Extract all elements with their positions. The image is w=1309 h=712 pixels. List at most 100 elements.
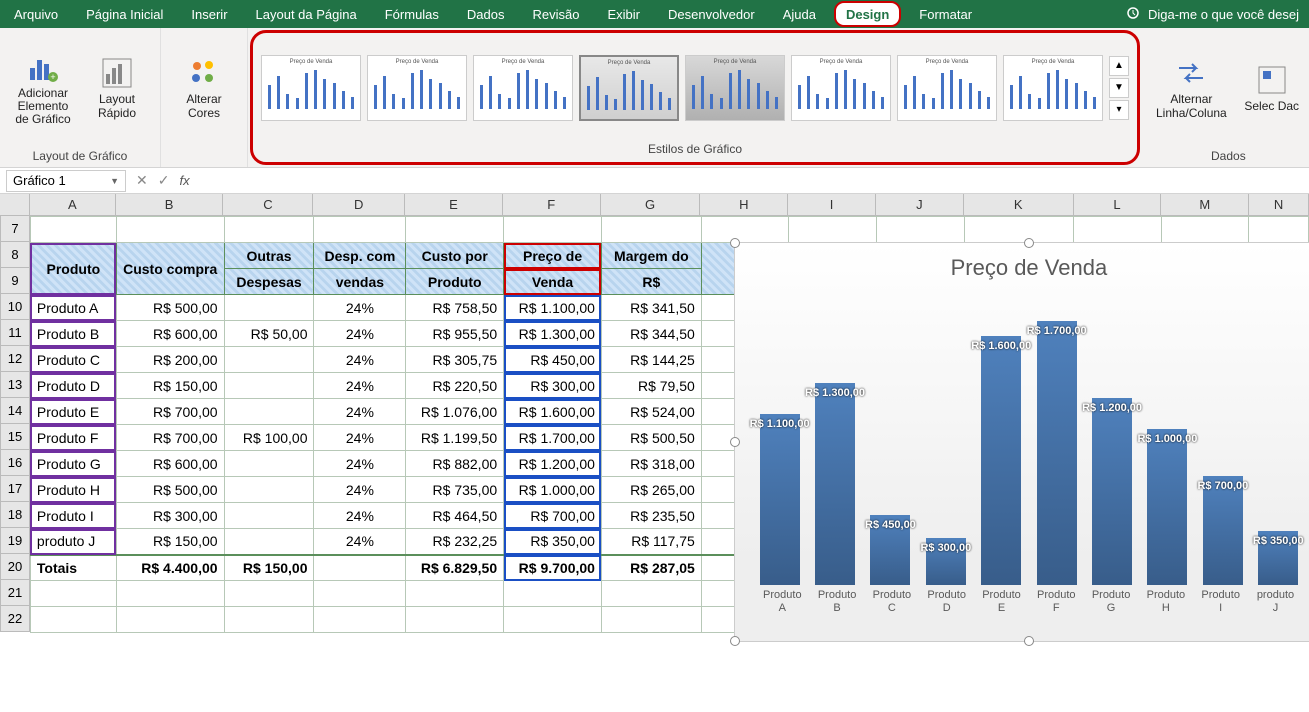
cell-preco[interactable]: R$ 700,00 <box>504 503 602 529</box>
cell-outras[interactable]: R$ 100,00 <box>224 425 314 451</box>
cell-margem[interactable]: R$ 144,25 <box>601 347 701 373</box>
cell-custo[interactable]: R$ 150,00 <box>116 529 224 555</box>
add-chart-element-button[interactable]: + Adicionar Elemento de Gráfico <box>8 45 78 131</box>
cell-custo[interactable]: R$ 700,00 <box>116 425 224 451</box>
cell[interactable] <box>314 607 406 633</box>
cell-preco[interactable]: R$ 1.100,00 <box>504 295 602 321</box>
cell[interactable] <box>116 581 224 607</box>
hdr-margem[interactable]: Margem do <box>601 243 701 269</box>
chart-title[interactable]: Preço de Venda <box>735 243 1309 285</box>
gallery-more[interactable]: ▾ <box>1109 100 1129 120</box>
cell-produto[interactable]: Produto A <box>30 295 116 321</box>
row-header-9[interactable]: 9 <box>0 268 30 294</box>
cell-pct[interactable]: 24% <box>314 399 406 425</box>
ribbon-tab-arquivo[interactable]: Arquivo <box>0 0 72 28</box>
cell-totals-label[interactable]: Totais <box>30 555 116 581</box>
cell-pct[interactable]: 24% <box>314 529 406 555</box>
cell[interactable]: R$ 6.829,50 <box>406 555 504 581</box>
ribbon-tab-dados[interactable]: Dados <box>453 0 519 28</box>
cell-custoprod[interactable]: R$ 735,00 <box>406 477 504 503</box>
cell-pct[interactable]: 24% <box>314 321 406 347</box>
cell-pct[interactable]: 24% <box>314 373 406 399</box>
row-header-7[interactable]: 7 <box>0 216 30 242</box>
cell-outras[interactable]: R$ 50,00 <box>224 321 314 347</box>
cell-produto[interactable]: Produto H <box>30 477 116 503</box>
cell[interactable] <box>1073 217 1161 243</box>
ribbon-tab-desenvolvedor[interactable]: Desenvolvedor <box>654 0 769 28</box>
row-header-14[interactable]: 14 <box>0 398 30 424</box>
chart-style-4[interactable]: Preço de Venda <box>579 55 679 121</box>
cell-custoprod[interactable]: R$ 464,50 <box>406 503 504 529</box>
cell-margem[interactable]: R$ 235,50 <box>601 503 701 529</box>
cell-custo[interactable]: R$ 700,00 <box>116 399 224 425</box>
hdr2-E[interactable]: Produto <box>406 269 504 295</box>
resize-handle[interactable] <box>730 636 740 646</box>
cell-outras[interactable] <box>224 347 314 373</box>
select-all-corner[interactable] <box>0 194 30 215</box>
cell-pct[interactable]: 24% <box>314 425 406 451</box>
cell-preco[interactable]: R$ 300,00 <box>504 373 602 399</box>
row-header-15[interactable]: 15 <box>0 424 30 450</box>
ribbon-tab-inserir[interactable]: Inserir <box>177 0 241 28</box>
resize-handle[interactable] <box>1024 238 1034 248</box>
resize-handle[interactable] <box>1024 636 1034 646</box>
ribbon-tab-formatar[interactable]: Formatar <box>905 0 986 28</box>
tell-me-search[interactable]: Diga-me o que você desej <box>1116 0 1309 28</box>
cell-produto[interactable]: Produto F <box>30 425 116 451</box>
cell-custo[interactable]: R$ 500,00 <box>116 477 224 503</box>
cell-pct[interactable]: 24% <box>314 503 406 529</box>
hdr-outras[interactable]: Outras <box>224 243 314 269</box>
hdr2-G[interactable]: R$ <box>601 269 701 295</box>
cell-outras[interactable] <box>224 399 314 425</box>
hdr-produto[interactable]: Produto <box>30 243 116 295</box>
chart-style-6[interactable]: Preço de Venda <box>791 55 891 121</box>
cell[interactable]: R$ 9.700,00 <box>504 555 602 581</box>
chart-style-1[interactable]: Preço de Venda <box>261 55 361 121</box>
cell-produto[interactable]: Produto D <box>30 373 116 399</box>
cell[interactable] <box>876 217 964 243</box>
cell-preco[interactable]: R$ 350,00 <box>504 529 602 555</box>
chart-bar[interactable]: R$ 450,00 <box>870 515 910 585</box>
name-box[interactable]: Gráfico 1 ▼ <box>6 170 126 192</box>
hdr2-C[interactable]: Despesas <box>224 269 314 295</box>
quick-layout-button[interactable]: Layout Rápido <box>82 51 152 123</box>
cell[interactable] <box>116 607 224 633</box>
switch-row-col-button[interactable]: Alternar Linha/Coluna <box>1150 51 1233 123</box>
cell-custoprod[interactable]: R$ 305,75 <box>406 347 504 373</box>
col-header-C[interactable]: C <box>223 194 313 215</box>
chart-plot-area[interactable]: R$ 1.100,00R$ 1.300,00R$ 450,00R$ 300,00… <box>755 285 1303 585</box>
cell-margem[interactable]: R$ 344,50 <box>601 321 701 347</box>
ribbon-tab-página-inicial[interactable]: Página Inicial <box>72 0 177 28</box>
col-header-B[interactable]: B <box>116 194 224 215</box>
cell-outras[interactable] <box>224 373 314 399</box>
confirm-icon[interactable]: ✓ <box>158 172 170 189</box>
col-header-J[interactable]: J <box>876 194 964 215</box>
cell-margem[interactable]: R$ 500,50 <box>601 425 701 451</box>
cancel-icon[interactable]: ✕ <box>136 172 148 189</box>
col-header-A[interactable]: A <box>30 194 116 215</box>
chart-bar[interactable]: R$ 1.000,00 <box>1147 429 1187 585</box>
row-header-19[interactable]: 19 <box>0 528 30 554</box>
chart-style-8[interactable]: Preço de Venda <box>1003 55 1103 121</box>
ribbon-tab-fórmulas[interactable]: Fórmulas <box>371 0 453 28</box>
cell[interactable] <box>30 581 116 607</box>
col-header-M[interactable]: M <box>1161 194 1249 215</box>
row-header-10[interactable]: 10 <box>0 294 30 320</box>
cell[interactable] <box>406 217 504 243</box>
cell[interactable] <box>406 581 504 607</box>
formula-input[interactable] <box>198 170 1309 192</box>
cell[interactable] <box>314 581 406 607</box>
cell-preco[interactable]: R$ 450,00 <box>504 347 602 373</box>
cell[interactable]: R$ 150,00 <box>224 555 314 581</box>
ribbon-tab-design[interactable]: Design <box>834 1 901 27</box>
chart-bar[interactable]: R$ 1.100,00 <box>760 414 800 585</box>
hdr-custo[interactable]: Custo compra <box>116 243 224 295</box>
ribbon-tab-revisão[interactable]: Revisão <box>519 0 594 28</box>
cell-custo[interactable]: R$ 200,00 <box>116 347 224 373</box>
cell-preco[interactable]: R$ 1.600,00 <box>504 399 602 425</box>
chart-bar[interactable]: R$ 1.200,00 <box>1092 398 1132 585</box>
chart-style-3[interactable]: Preço de Venda <box>473 55 573 121</box>
hdr-preco[interactable]: Preço de <box>504 243 602 269</box>
col-header-H[interactable]: H <box>700 194 788 215</box>
cell[interactable] <box>504 607 602 633</box>
